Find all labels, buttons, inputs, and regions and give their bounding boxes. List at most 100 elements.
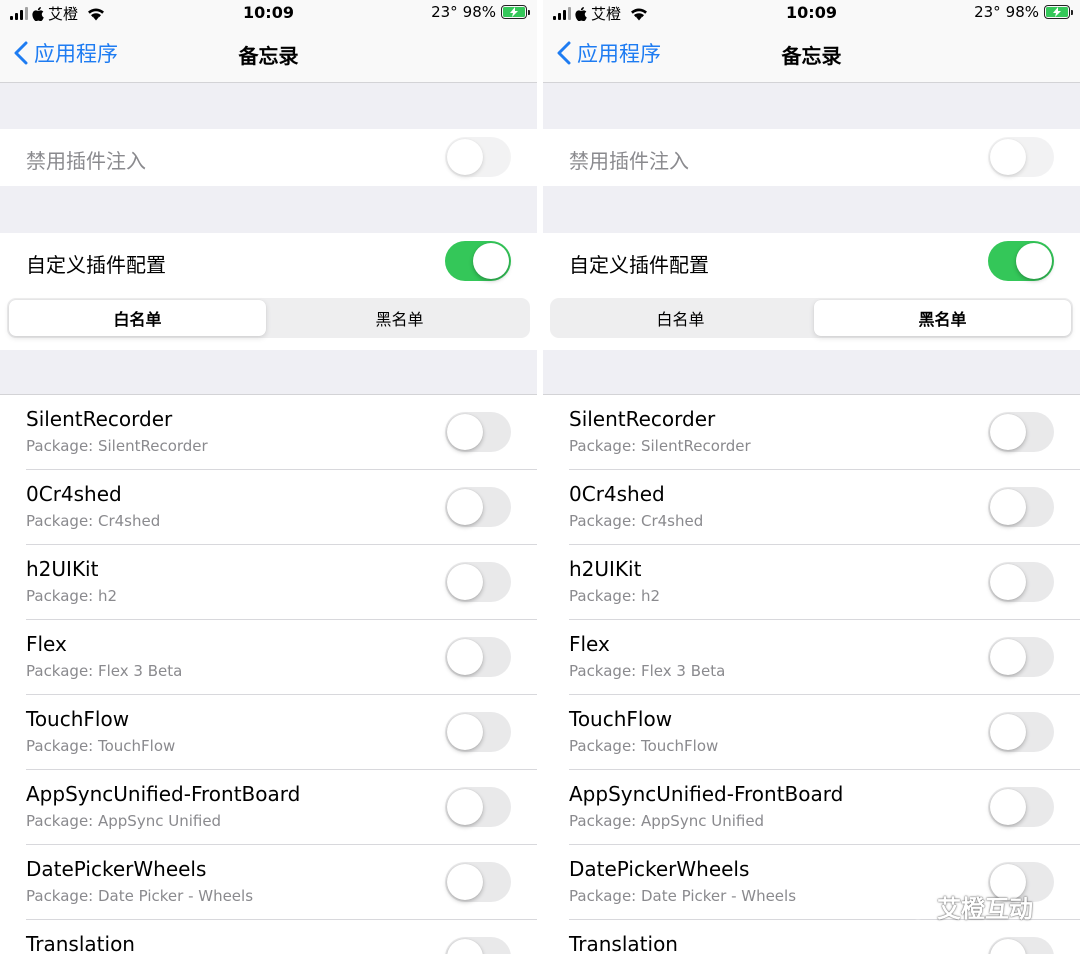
tweak-name: TouchFlow: [26, 707, 130, 731]
screen-left: 艾橙 10:09 23° 98% 应用程序 备忘录 禁用插件注入 自定义插件配置…: [0, 0, 537, 954]
tweak-list: SilentRecorder Package: SilentRecorder 0…: [543, 394, 1080, 954]
tweak-switch[interactable]: [445, 562, 511, 602]
switch-knob: [447, 489, 483, 525]
segment-blacklist[interactable]: 黑名单: [271, 300, 528, 336]
list-item: 0Cr4shed Package: Cr4shed: [543, 470, 1080, 545]
switch-knob: [990, 714, 1026, 750]
list-mode-container: 白名单 黑名单: [0, 288, 537, 350]
tweak-package: Package: Flex 3 Beta: [569, 662, 726, 680]
status-right: 23° 98%: [431, 3, 530, 21]
navigation-bar: 艾橙 10:09 23° 98% 应用程序 备忘录: [543, 0, 1080, 83]
switch-knob: [447, 564, 483, 600]
tweak-name: 0Cr4shed: [569, 482, 665, 506]
list-mode-container: 白名单 黑名单: [543, 288, 1080, 350]
tweak-list: SilentRecorder Package: SilentRecorder 0…: [0, 394, 537, 954]
tweak-name: TouchFlow: [569, 707, 673, 731]
switch-knob: [990, 939, 1026, 954]
watermark: 艾橙互动: [895, 889, 1033, 924]
tweak-name: DatePickerWheels: [569, 857, 750, 881]
segment-whitelist[interactable]: 白名单: [552, 300, 809, 336]
switch-knob: [447, 639, 483, 675]
list-item: h2UIKit Package: h2: [543, 545, 1080, 620]
switch-knob: [990, 489, 1026, 525]
tweak-name: Flex: [26, 632, 67, 656]
list-item: Flex Package: Flex 3 Beta: [543, 620, 1080, 695]
tweak-switch[interactable]: [988, 562, 1054, 602]
tweak-name: h2UIKit: [569, 557, 642, 581]
temperature-label: 23°: [431, 3, 458, 21]
tweak-switch[interactable]: [988, 412, 1054, 452]
disable-injection-switch[interactable]: [988, 137, 1054, 177]
list-item: DatePickerWheels Package: Date Picker - …: [0, 845, 537, 920]
custom-config-row: 自定义插件配置: [543, 233, 1080, 290]
tweak-switch[interactable]: [445, 637, 511, 677]
watermark-text: 艾橙互动: [937, 895, 1033, 923]
tweak-package: Package: AppSync Unified: [569, 812, 765, 830]
custom-config-label: 自定义插件配置: [26, 253, 166, 277]
segment-blacklist[interactable]: 黑名单: [814, 300, 1071, 336]
tweak-switch[interactable]: [445, 937, 511, 954]
tweak-switch[interactable]: [988, 487, 1054, 527]
list-item: Flex Package: Flex 3 Beta: [0, 620, 537, 695]
wechat-icon: [895, 892, 930, 919]
custom-config-switch[interactable]: [445, 241, 511, 281]
list-item: h2UIKit Package: h2: [0, 545, 537, 620]
switch-knob: [447, 414, 483, 450]
battery-charging-icon: [1044, 5, 1073, 19]
custom-config-label: 自定义插件配置: [569, 253, 709, 277]
switch-knob: [447, 864, 483, 900]
battery-charging-icon: [501, 5, 530, 19]
tweak-switch[interactable]: [988, 787, 1054, 827]
tweak-package: Package: AppSync Unified: [26, 812, 222, 830]
list-item: SilentRecorder Package: SilentRecorder: [543, 395, 1080, 470]
switch-knob: [447, 714, 483, 750]
switch-knob: [990, 564, 1026, 600]
tweak-name: h2UIKit: [26, 557, 99, 581]
tweak-package: Package: SilentRecorder: [26, 437, 208, 455]
tweak-switch[interactable]: [988, 637, 1054, 677]
disable-injection-label: 禁用插件注入: [569, 149, 689, 173]
navigation-bar: 艾橙 10:09 23° 98% 应用程序 备忘录: [0, 0, 537, 83]
switch-knob: [447, 789, 483, 825]
tweak-switch[interactable]: [445, 412, 511, 452]
custom-config-row: 自定义插件配置: [0, 233, 537, 290]
list-item: AppSyncUnified-FrontBoard Package: AppSy…: [0, 770, 537, 845]
battery-percent: 98%: [462, 3, 496, 21]
tweak-switch[interactable]: [445, 487, 511, 527]
list-mode-segmented-control: 白名单 黑名单: [7, 298, 530, 338]
page-title: 备忘录: [238, 44, 299, 68]
tweak-package: Package: Date Picker - Wheels: [26, 887, 254, 905]
list-item: TouchFlow Package: TouchFlow: [0, 695, 537, 770]
tweak-package: Package: Cr4shed: [569, 512, 704, 530]
segment-whitelist[interactable]: 白名单: [9, 300, 266, 336]
tweak-name: DatePickerWheels: [26, 857, 207, 881]
tweak-switch[interactable]: [445, 862, 511, 902]
tweak-package: Package: Cr4shed: [26, 512, 161, 530]
tweak-switch[interactable]: [445, 712, 511, 752]
list-item: TouchFlow Package: TouchFlow: [543, 695, 1080, 770]
tweak-name: Translation: [26, 932, 135, 954]
switch-knob: [447, 939, 483, 954]
tweak-switch[interactable]: [988, 937, 1054, 954]
list-item: Translation: [543, 920, 1080, 954]
disable-injection-row: 禁用插件注入: [0, 129, 537, 186]
tweak-package: Package: Date Picker - Wheels: [569, 887, 797, 905]
list-item: SilentRecorder Package: SilentRecorder: [0, 395, 537, 470]
tweak-name: Translation: [569, 932, 678, 954]
battery-percent: 98%: [1005, 3, 1039, 21]
tweak-package: Package: TouchFlow: [26, 737, 176, 755]
tweak-name: SilentRecorder: [26, 407, 173, 431]
list-mode-segmented-control: 白名单 黑名单: [550, 298, 1073, 338]
list-item: Translation: [0, 920, 537, 954]
tweak-package: Package: TouchFlow: [569, 737, 719, 755]
tweak-switch[interactable]: [988, 712, 1054, 752]
list-item: 0Cr4shed Package: Cr4shed: [0, 470, 537, 545]
custom-config-switch[interactable]: [988, 241, 1054, 281]
temperature-label: 23°: [974, 3, 1001, 21]
disable-injection-label: 禁用插件注入: [26, 149, 146, 173]
tweak-switch[interactable]: [445, 787, 511, 827]
disable-injection-switch[interactable]: [445, 137, 511, 177]
tweak-package: Package: Flex 3 Beta: [26, 662, 183, 680]
screen-right: 艾橙 10:09 23° 98% 应用程序 备忘录 禁用插件注入 自定义插件配置…: [543, 0, 1080, 954]
tweak-name: AppSyncUnified-FrontBoard: [26, 782, 301, 806]
